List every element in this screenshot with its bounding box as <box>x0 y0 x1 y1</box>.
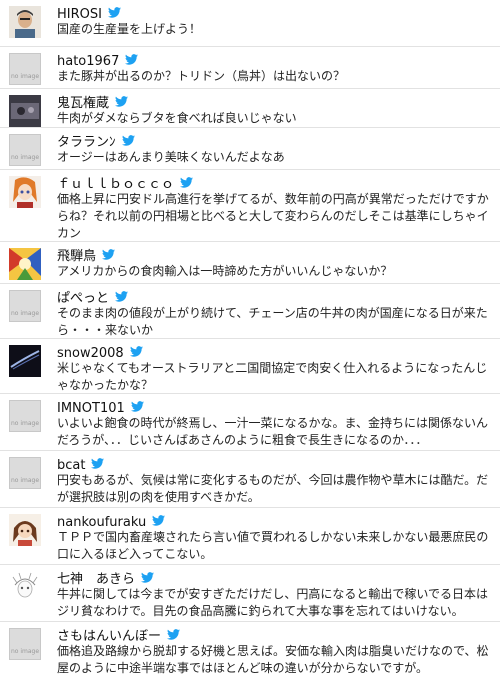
no-image-avatar[interactable]: no image <box>9 400 41 432</box>
user-avatar[interactable] <box>9 176 41 208</box>
tweet-text: 価格上昇に円安ドル高進行を挙げてるが、数年前の円高が異常だっただけですからね？そ… <box>57 192 489 240</box>
tweet-text: 国産の生産量を上げよう！ <box>57 22 202 36</box>
tweet-text: また豚丼が出るのか？トリドン（鳥丼）は出ないの？ <box>57 69 346 83</box>
tweet-text: オージーはあんまり美味くないんだよなあ <box>57 150 285 164</box>
tweet-text: 牛丼に関しては今までが安すぎただけだし、円高になると輸出で稼いでる日本はジリ貧な… <box>57 587 489 618</box>
tweet-text: 牛肉がダメならブタを食べれば良いじゃない <box>57 111 297 125</box>
twitter-bird-icon <box>91 458 105 469</box>
twitter-bird-icon <box>107 7 121 18</box>
user-name[interactable]: ぱぺっと <box>57 291 109 306</box>
no-image-label: no image <box>10 477 40 484</box>
no-image-label: no image <box>10 154 40 161</box>
user-name[interactable]: nankoufuraku <box>57 515 146 530</box>
user-avatar[interactable] <box>9 95 41 127</box>
tweet-text: 円安もあるが、気候は常に変化するものだが、今回は農作物や草木には酷だ。だが選択肢… <box>57 473 489 504</box>
twitter-bird-icon <box>130 401 144 412</box>
tweet-text: いよいよ飽食の時代が終焉し、一汁一菜になるかな。ま、金持ちには関係ないんだろうが… <box>57 416 489 447</box>
no-image-avatar[interactable]: no image <box>9 290 41 322</box>
twitter-bird-icon <box>115 96 129 107</box>
user-name[interactable]: hato1967 <box>57 54 119 69</box>
tweet-item: no image タラランﾝ オージーはあんまり美味くないんだよなあ <box>0 128 500 170</box>
user-name[interactable]: ｆｕｌｌｂｏｃｃｏ <box>57 177 174 192</box>
user-name[interactable]: 飛騨鳥 <box>57 249 96 264</box>
twitter-bird-icon <box>152 515 166 526</box>
tweet-item: HIROSI 国産の生産量を上げよう！ <box>0 0 500 47</box>
tweet-text: ＴＰＰで国内畜産壊されたら言い値で買われるしかない未来しかない最悪庶民の口に入る… <box>57 530 489 561</box>
tweet-text: そのまま肉の値段が上がり続けて、チェーン店の牛丼の肉が国産になる日が来たら・・・… <box>57 306 488 337</box>
tweet-item: no image hato1967 また豚丼が出るのか？トリドン（鳥丼）は出ない… <box>0 47 500 89</box>
tweet-item: no image さもはんいんぼー 価格追及路線から脱却する好機と思えば。安価な… <box>0 622 500 679</box>
no-image-label: no image <box>10 648 40 655</box>
tweet-text: 価格追及路線から脱却する好機と思えば。安価な輸入肉は脂臭いだけなので、松屋のよう… <box>57 644 489 675</box>
tweet-item: no image ぱぺっと そのまま肉の値段が上がり続けて、チェーン店の牛丼の肉… <box>0 284 500 339</box>
twitter-bird-icon <box>141 572 155 583</box>
user-name[interactable]: bcat <box>57 458 85 473</box>
user-name[interactable]: 鬼瓦権蔵 <box>57 96 109 111</box>
tweet-item: no image IMNOT101 いよいよ飽食の時代が終焉し、一汁一菜になるか… <box>0 394 500 451</box>
user-name[interactable]: HIROSI <box>57 7 102 22</box>
tweet-item: no image bcat 円安もあるが、気候は常に変化するものだが、今回は農作… <box>0 451 500 508</box>
no-image-avatar[interactable]: no image <box>9 457 41 489</box>
user-name[interactable]: snow2008 <box>57 346 124 361</box>
tweet-text: アメリカからの食肉輸入は一時諦めた方がいいんじゃないか？ <box>57 264 393 278</box>
no-image-label: no image <box>10 310 40 317</box>
no-image-label: no image <box>10 420 40 427</box>
user-avatar[interactable] <box>9 248 41 280</box>
user-name[interactable]: タラランﾝ <box>57 135 116 150</box>
twitter-bird-icon <box>180 177 194 188</box>
user-avatar[interactable] <box>9 6 41 38</box>
tweet-text: 米じゃなくてもオーストラリアと二国間協定で肉安く仕入れるようになったんじゃなかっ… <box>57 361 488 392</box>
user-avatar[interactable] <box>9 571 41 603</box>
user-name[interactable]: 七神 あきら <box>57 572 135 587</box>
twitter-bird-icon <box>121 135 135 146</box>
no-image-avatar[interactable]: no image <box>9 628 41 660</box>
user-avatar[interactable] <box>9 514 41 546</box>
tweet-item: ｆｕｌｌｂｏｃｃｏ 価格上昇に円安ドル高進行を挙げてるが、数年前の円高が異常だっ… <box>0 170 500 242</box>
twitter-bird-icon <box>167 629 181 640</box>
twitter-bird-icon <box>102 249 116 260</box>
twitter-bird-icon <box>115 291 129 302</box>
twitter-bird-icon <box>129 346 143 357</box>
twitter-bird-icon <box>125 54 139 65</box>
tweet-item: snow2008 米じゃなくてもオーストラリアと二国間協定で肉安く仕入れるように… <box>0 339 500 394</box>
tweet-item: 七神 あきら 牛丼に関しては今までが安すぎただけだし、円高になると輸出で稼いでる… <box>0 565 500 622</box>
no-image-avatar[interactable]: no image <box>9 53 41 85</box>
tweet-item: 鬼瓦権蔵 牛肉がダメならブタを食べれば良いじゃない <box>0 89 500 128</box>
no-image-avatar[interactable]: no image <box>9 134 41 166</box>
tweet-item: nankoufuraku ＴＰＰで国内畜産壊されたら言い値で買われるしかない未来… <box>0 508 500 565</box>
user-avatar[interactable] <box>9 345 41 377</box>
tweet-item: 飛騨鳥 アメリカからの食肉輸入は一時諦めた方がいいんじゃないか？ <box>0 242 500 284</box>
user-name[interactable]: さもはんいんぼー <box>57 629 161 644</box>
no-image-label: no image <box>10 73 40 80</box>
user-name[interactable]: IMNOT101 <box>57 401 125 416</box>
